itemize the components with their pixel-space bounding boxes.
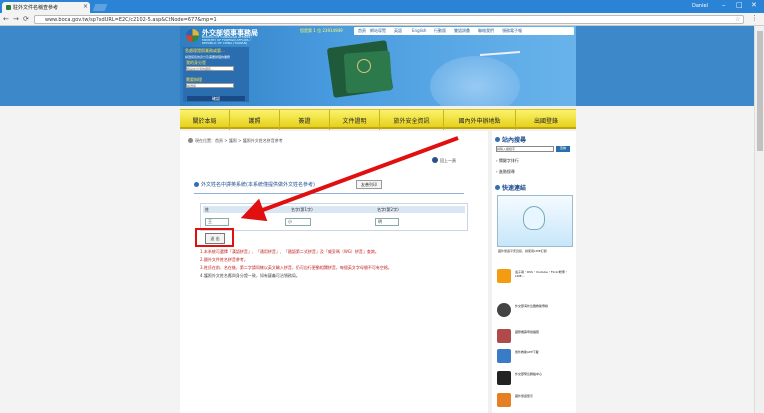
- quick-link-1[interactable]: 電子報・RSS・Youtube・Flickr粉專・LINE...: [497, 269, 575, 283]
- quick-links-title: 快速連結: [502, 185, 527, 192]
- quick-links-bullet-icon: [495, 185, 500, 190]
- annotation-arrow: [240, 136, 459, 222]
- line-banner[interactable]: [497, 195, 573, 247]
- site-search-title: 站內搜尋: [502, 137, 527, 144]
- quick-link-3-label: 國際機票申辦護照: [515, 330, 540, 334]
- ticket-icon: [497, 329, 511, 343]
- quick-link-4[interactable]: 旅外救助APP下載: [497, 349, 575, 363]
- sidebar: 站內搜尋 請輸入關鍵字 查詢 › 關鍵字排行 › 進階搜尋 快速連結 國外旅遊平…: [492, 131, 576, 413]
- quick-link-2[interactable]: 外交部海外急難救助專線: [497, 303, 575, 317]
- mascot-icon: [523, 206, 545, 230]
- phone-icon: [497, 371, 511, 385]
- keyword-ranking-link[interactable]: › 關鍵字排行: [496, 158, 519, 164]
- scrollbar-thumb[interactable]: [757, 31, 763, 151]
- quick-link-6-label: 國外旅遊警示: [515, 394, 534, 398]
- site-search-button[interactable]: 查詢: [556, 146, 570, 152]
- quick-link-5-label: 外交部緊急聯絡中心: [515, 372, 543, 376]
- quick-link-4-label: 旅外救助APP下載: [515, 350, 539, 354]
- site-search-heading: 站內搜尋: [495, 135, 526, 144]
- rss-icon: [497, 269, 511, 283]
- banner-caption: 國外旅遊平安資訊，請使用LINE訂閱: [498, 249, 547, 253]
- arrow-line: [240, 136, 459, 222]
- quick-link-6[interactable]: 國外旅遊警示: [497, 393, 575, 407]
- quick-link-1-label: 電子報・RSS・Youtube・Flickr粉專・LINE...: [515, 270, 568, 278]
- advanced-search-link[interactable]: › 進階搜尋: [496, 169, 515, 175]
- page-scrollbar[interactable]: [754, 27, 764, 413]
- site-search-input[interactable]: 請輸入關鍵字: [496, 146, 554, 152]
- quick-links-heading: 快速連結: [495, 183, 526, 192]
- quick-link-2-label: 外交部海外急難救助專線: [515, 304, 549, 308]
- emergency-icon: [497, 303, 511, 317]
- app-icon: [497, 349, 511, 363]
- search-bullet-icon: [495, 137, 500, 142]
- warning-icon: [497, 393, 511, 407]
- quick-link-5[interactable]: 外交部緊急聯絡中心: [497, 371, 575, 385]
- quick-link-3[interactable]: 國際機票申辦護照: [497, 329, 575, 343]
